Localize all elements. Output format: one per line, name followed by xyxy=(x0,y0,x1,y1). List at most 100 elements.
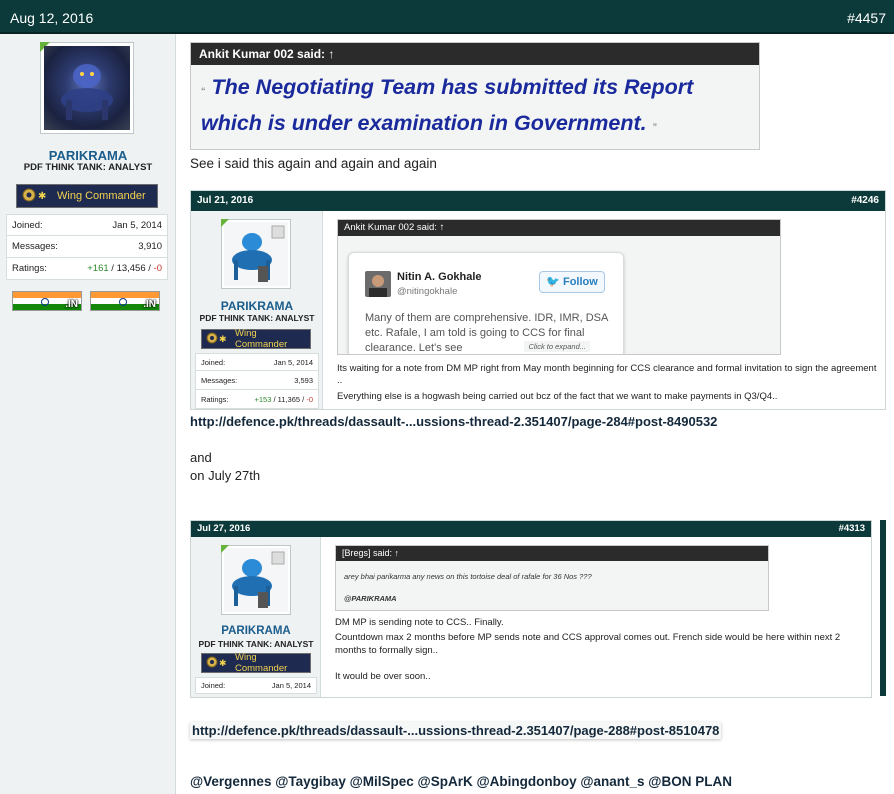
embedded-username[interactable]: PARIKRAMA xyxy=(191,299,323,313)
post-link-2[interactable]: http://defence.pk/threads/dassault-...us… xyxy=(190,722,722,739)
embedded-reply-2: Everything else is a hogwash being carri… xyxy=(337,391,778,402)
embedded-user-title: PDF THINK TANK: ANALYST xyxy=(198,639,314,649)
ratings-separator: / xyxy=(302,394,305,404)
tweet-author-name[interactable]: Nitin A. Gokhale xyxy=(397,271,482,283)
date-text: on July 27th xyxy=(190,468,261,483)
user-info-column: PARIKRAMA PDF THINK TANK: ANALYST ✱ Wing… xyxy=(0,34,176,794)
rank-label: Wing Commander xyxy=(235,652,288,674)
embedded-quote-mention[interactable]: @PARIKRAMA xyxy=(344,594,397,603)
avatar-image xyxy=(44,46,130,130)
svg-text:✱: ✱ xyxy=(219,335,227,345)
embedded-quote-header: Ankit Kumar 002 said: ↑ xyxy=(338,220,780,236)
follow-label: Follow xyxy=(562,276,598,288)
flag-label: .IN xyxy=(65,299,78,310)
username[interactable]: PARIKRAMA xyxy=(0,148,176,163)
click-to-expand-link[interactable]: Click to expand... xyxy=(524,341,590,352)
stat-ratings: Ratings: +153 / 11,365 / -0 xyxy=(195,390,319,409)
rank-label: Wing Commander xyxy=(235,328,288,350)
stat-ratings-value: +161 / 13,456 / -0 xyxy=(87,263,162,274)
embedded-user-title: PDF THINK TANK: ANALYST xyxy=(199,313,315,323)
post-link-1[interactable]: http://defence.pk/threads/dassault-...us… xyxy=(190,414,717,429)
stat-joined-value: Jan 5, 2014 xyxy=(271,681,311,690)
quote-author[interactable]: [Bregs] said: xyxy=(342,548,392,558)
stat-joined: Joined: Jan 5, 2014 xyxy=(195,353,319,371)
stat-messages-value[interactable]: 3,910 xyxy=(138,241,162,252)
ratings-separator: / xyxy=(148,263,151,274)
embedded-reply-2: Countdown max 2 months before MP sends n… xyxy=(335,632,841,656)
tweet-follow-button[interactable]: 🐦 Follow xyxy=(539,271,605,293)
embedded-username[interactable]: PARIKRAMA xyxy=(191,625,321,637)
twitter-bird-icon: 🐦 xyxy=(546,276,560,288)
wing-insignia-icon: ✱ xyxy=(205,331,231,348)
embedded-post-number[interactable]: #4313 xyxy=(839,523,865,534)
embedded-post-date[interactable]: Jul 27, 2016 xyxy=(197,523,250,534)
embedded-avatar[interactable] xyxy=(221,545,291,615)
stat-joined-value: Jan 5, 2014 xyxy=(273,357,313,367)
stat-messages-label: Messages: xyxy=(201,375,238,385)
post-number[interactable]: #4457 xyxy=(847,10,886,26)
open-quote-mark: “ xyxy=(201,86,206,96)
embedded-reply-1: Its waiting for a note from DM MP right … xyxy=(337,363,877,386)
quote-author[interactable]: Ankit Kumar 002 said: xyxy=(199,47,325,61)
svg-text:✱: ✱ xyxy=(38,191,46,202)
embedded-user-column: PARIKRAMA PDF THINK TANK: ANALYST ✱ Wing… xyxy=(191,211,323,409)
embedded-user-column: PARIKRAMA PDF THINK TANK: ANALYST ✱ Wing… xyxy=(191,537,321,697)
stat-messages: Messages: 3,910 xyxy=(6,236,168,258)
ratings-separator: / xyxy=(273,394,276,404)
stat-ratings-value: +153 / 11,365 / -0 xyxy=(254,395,313,404)
stat-messages-value: 3,593 xyxy=(294,375,313,385)
embedded-post-header: Jul 21, 2016 #4246 xyxy=(191,191,885,211)
country-flag-icon: .IN xyxy=(90,291,160,311)
embedded-scrollbar[interactable] xyxy=(880,520,886,696)
ratings-separator: / xyxy=(111,263,114,274)
embedded-quote-header: [Bregs] said: ↑ xyxy=(336,546,768,561)
embedded-post-number[interactable]: #4246 xyxy=(851,195,879,206)
post-header-bar: Aug 12, 2016 #4457 xyxy=(0,0,894,34)
embedded-user-stats: Joined: Jan 5, 2014 xyxy=(195,677,317,694)
quote-text: “ The Negotiating Team has submitted its… xyxy=(191,65,759,143)
post-text-line: See i said this again and again and agai… xyxy=(190,156,437,171)
embedded-post-2: Jul 27, 2016 #4313 PARIKRAMA PDF THINK T… xyxy=(190,520,872,698)
stat-messages-label: Messages: xyxy=(12,241,58,252)
avatar-robot-icon xyxy=(224,222,288,286)
embedded-quote: Ankit Kumar 002 said: ↑ Nitin A. Gokhale… xyxy=(337,219,781,355)
user-title: PDF THINK TANK: ANALYST xyxy=(23,162,153,173)
avatar[interactable] xyxy=(40,42,134,134)
quote-header: Ankit Kumar 002 said: ↑ xyxy=(191,43,759,65)
embedded-tweet[interactable]: Nitin A. Gokhale @nitingokhale 🐦 Follow … xyxy=(348,252,624,354)
rank-badge: ✱ Wing Commander xyxy=(16,184,158,208)
avatar-robot-icon xyxy=(224,548,288,612)
embedded-quote-text: arey bhai parikarma any news on this tor… xyxy=(344,572,592,581)
ratings-negative: -0 xyxy=(306,394,313,404)
stat-joined-label: Joined: xyxy=(201,681,226,690)
tweet-author-handle[interactable]: @nitingokhale xyxy=(397,286,457,297)
wing-insignia-icon: ✱ xyxy=(21,187,53,206)
stat-joined: Joined: Jan 5, 2014 xyxy=(6,214,168,236)
ratings-total: 13,456 xyxy=(116,263,146,274)
quote-jump-arrow-icon[interactable]: ↑ xyxy=(328,47,334,61)
stat-joined-value: Jan 5, 2014 xyxy=(112,219,162,231)
close-quote-mark: ” xyxy=(652,122,658,132)
embedded-avatar[interactable] xyxy=(221,219,291,289)
ratings-total: 11,365 xyxy=(277,394,301,404)
quote-author[interactable]: Ankit Kumar 002 said: xyxy=(344,222,437,233)
ratings-positive: +161 xyxy=(87,263,109,274)
user-stats: Joined: Jan 5, 2014 Messages: 3,910 Rati… xyxy=(6,214,168,280)
post-date[interactable]: Aug 12, 2016 xyxy=(10,10,93,26)
embedded-post-date[interactable]: Jul 21, 2016 xyxy=(197,195,253,206)
tweet-author-avatar[interactable] xyxy=(365,271,391,297)
svg-text:✱: ✱ xyxy=(219,659,227,669)
embedded-rank-badge: ✱ Wing Commander xyxy=(201,652,311,674)
flag-label: .IN xyxy=(143,299,156,310)
quote-body: The Negotiating Team has submitted its R… xyxy=(201,75,694,135)
quote-jump-arrow-icon[interactable]: ↑ xyxy=(440,222,445,233)
mentions-line[interactable]: @Vergennes @Taygibay @MilSpec @SpArK @Ab… xyxy=(190,774,732,789)
ratings-positive: +153 xyxy=(254,394,272,404)
wing-insignia-icon: ✱ xyxy=(205,655,231,672)
quote-jump-arrow-icon[interactable]: ↑ xyxy=(395,548,400,558)
embedded-post-1: Jul 21, 2016 #4246 PARIKRAMA PDF THINK T… xyxy=(190,190,886,410)
stat-ratings-label: Ratings: xyxy=(12,263,47,274)
stat-joined: Joined: Jan 5, 2014 xyxy=(195,677,317,694)
main-quote: Ankit Kumar 002 said: ↑ “ The Negotiatin… xyxy=(190,42,760,150)
embedded-reply-1: DM MP is sending note to CCS.. Finally. xyxy=(335,617,504,628)
